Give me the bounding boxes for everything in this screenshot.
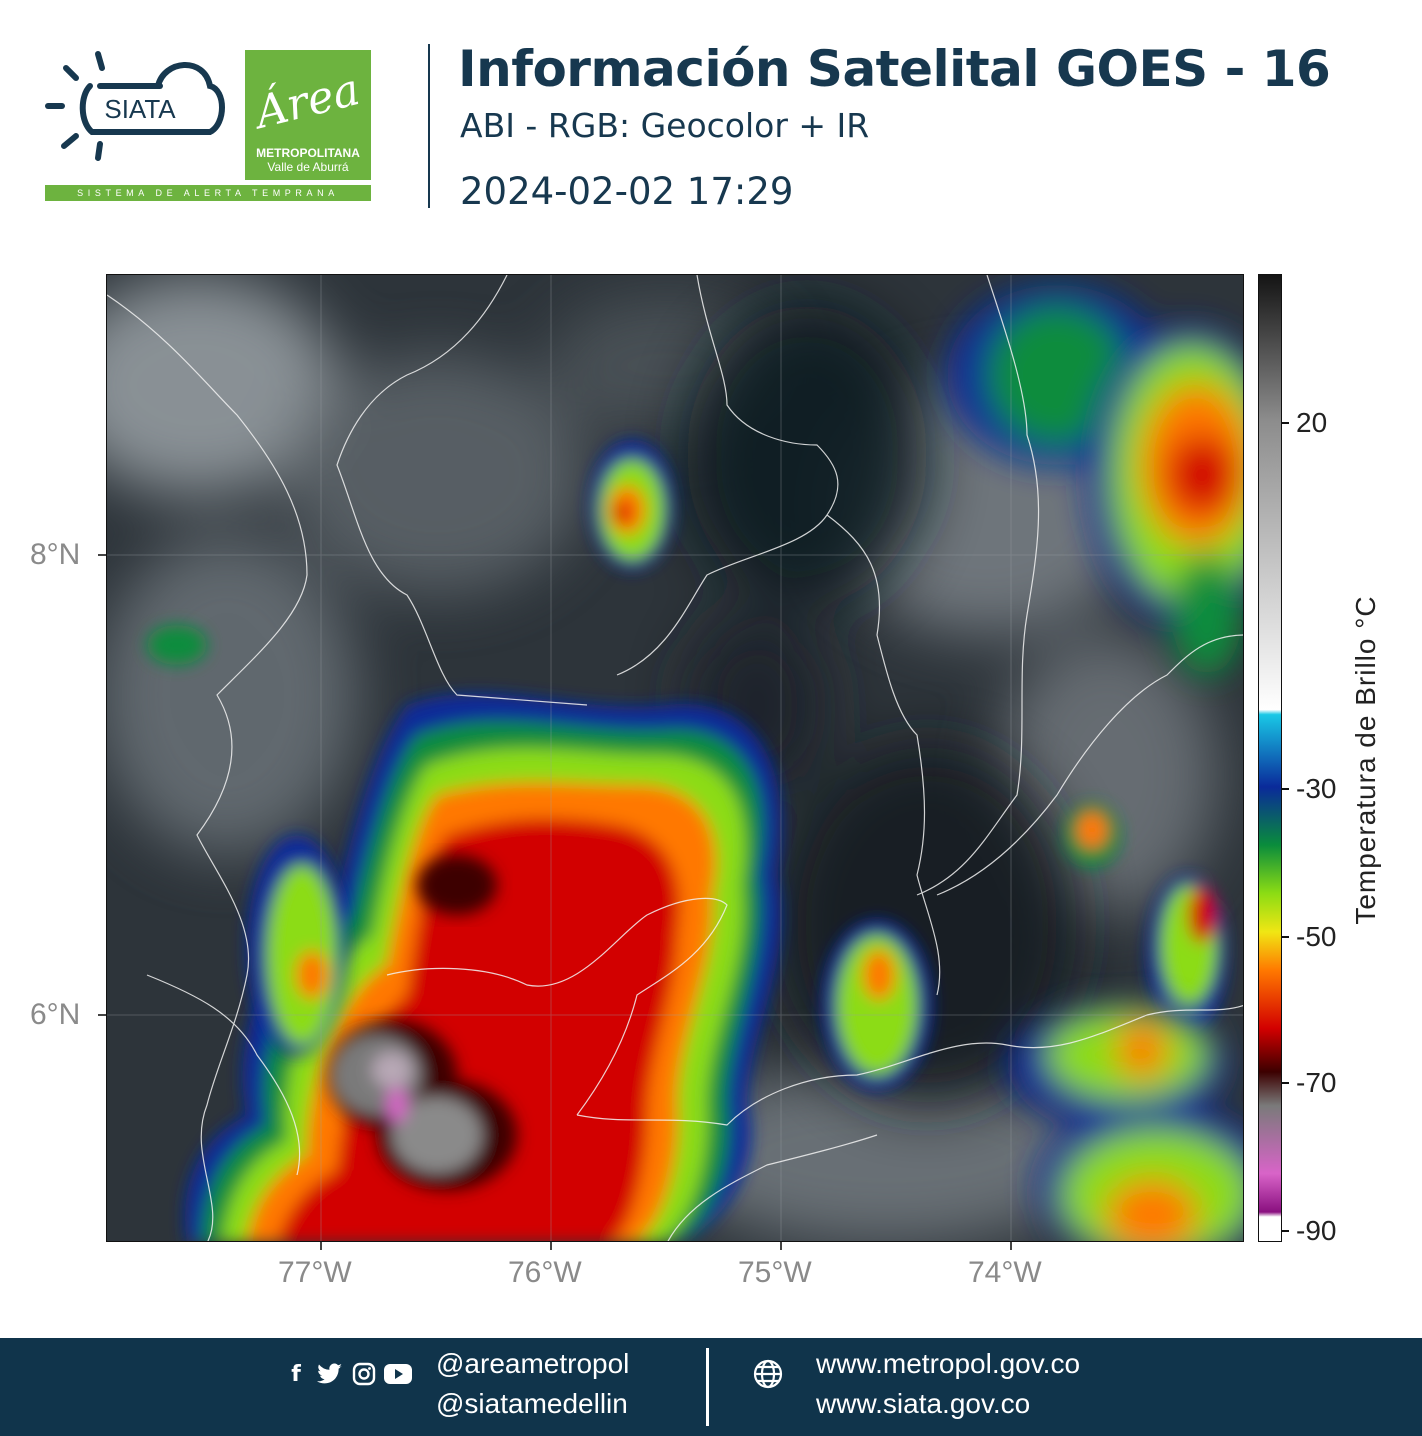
siata-logo-text: SIATA	[104, 94, 176, 124]
area-logo-script: Área	[250, 64, 365, 139]
area-logo-line1: METROPOLITANA	[256, 146, 360, 160]
handle-areametropol[interactable]: @areametropol	[436, 1348, 629, 1380]
lon-tick-77w	[320, 1242, 322, 1250]
lon-tick-76w	[550, 1242, 552, 1250]
header-divider	[428, 44, 430, 208]
lon-label-75w: 75°W	[738, 1256, 812, 1289]
lon-tick-75w	[780, 1242, 782, 1250]
handle-siatamedellin[interactable]: @siatamedellin	[436, 1388, 628, 1420]
colorbar-tick-minus70	[1282, 1082, 1289, 1084]
lat-tick-6n	[98, 1014, 106, 1016]
facebook-icon[interactable]: f	[282, 1360, 310, 1388]
lon-tick-74w	[1010, 1242, 1012, 1250]
footer: f @areametropol @siatamedellin www.metro…	[0, 1338, 1422, 1436]
url-siata[interactable]: www.siata.gov.co	[816, 1388, 1030, 1420]
satellite-imagery	[107, 275, 1243, 1241]
colorbar-label-minus50: -50	[1296, 921, 1337, 952]
satellite-map	[106, 274, 1244, 1242]
youtube-icon[interactable]	[384, 1360, 412, 1388]
colorbar-tick-minus90	[1282, 1230, 1289, 1232]
lat-tick-8n	[98, 554, 106, 556]
instagram-icon[interactable]	[350, 1360, 378, 1388]
lat-label-8n: 8°N	[30, 538, 81, 571]
twitter-icon[interactable]	[316, 1360, 344, 1388]
colorbar-tick-20	[1282, 422, 1289, 424]
lat-label-6n: 6°N	[30, 998, 81, 1031]
lon-label-76w: 76°W	[508, 1256, 582, 1289]
area-logo-line2: Valle de Aburrá	[267, 160, 349, 174]
siata-tagline: SISTEMA DE ALERTA TEMPRANA	[45, 185, 371, 201]
colorbar-label-minus90: -90	[1296, 1215, 1337, 1246]
area-metropolitana-logo: Área METROPOLITANA Valle de Aburrá	[245, 50, 371, 180]
social-icons: f	[282, 1360, 412, 1388]
siata-logo: SIATA	[40, 46, 230, 196]
colorbar-title: Temperatura de Brillo °C	[1350, 595, 1381, 925]
lon-label-74w: 74°W	[968, 1256, 1042, 1289]
colorbar-label-minus30: -30	[1296, 773, 1337, 804]
colorbar	[1258, 274, 1282, 1242]
colorbar-label-minus70: -70	[1296, 1067, 1337, 1098]
colorbar-label-20: 20	[1296, 407, 1328, 438]
image-timestamp: 2024-02-02 17:29	[460, 170, 794, 213]
url-metropol[interactable]: www.metropol.gov.co	[816, 1348, 1080, 1380]
globe-icon	[752, 1358, 784, 1390]
colorbar-tick-minus30	[1282, 788, 1289, 790]
footer-divider	[706, 1348, 709, 1426]
lon-label-77w: 77°W	[278, 1256, 352, 1289]
page-title: Información Satelital GOES - 16	[458, 40, 1331, 98]
page-subtitle: ABI - RGB: Geocolor + IR	[460, 106, 870, 145]
colorbar-tick-minus50	[1282, 936, 1289, 938]
